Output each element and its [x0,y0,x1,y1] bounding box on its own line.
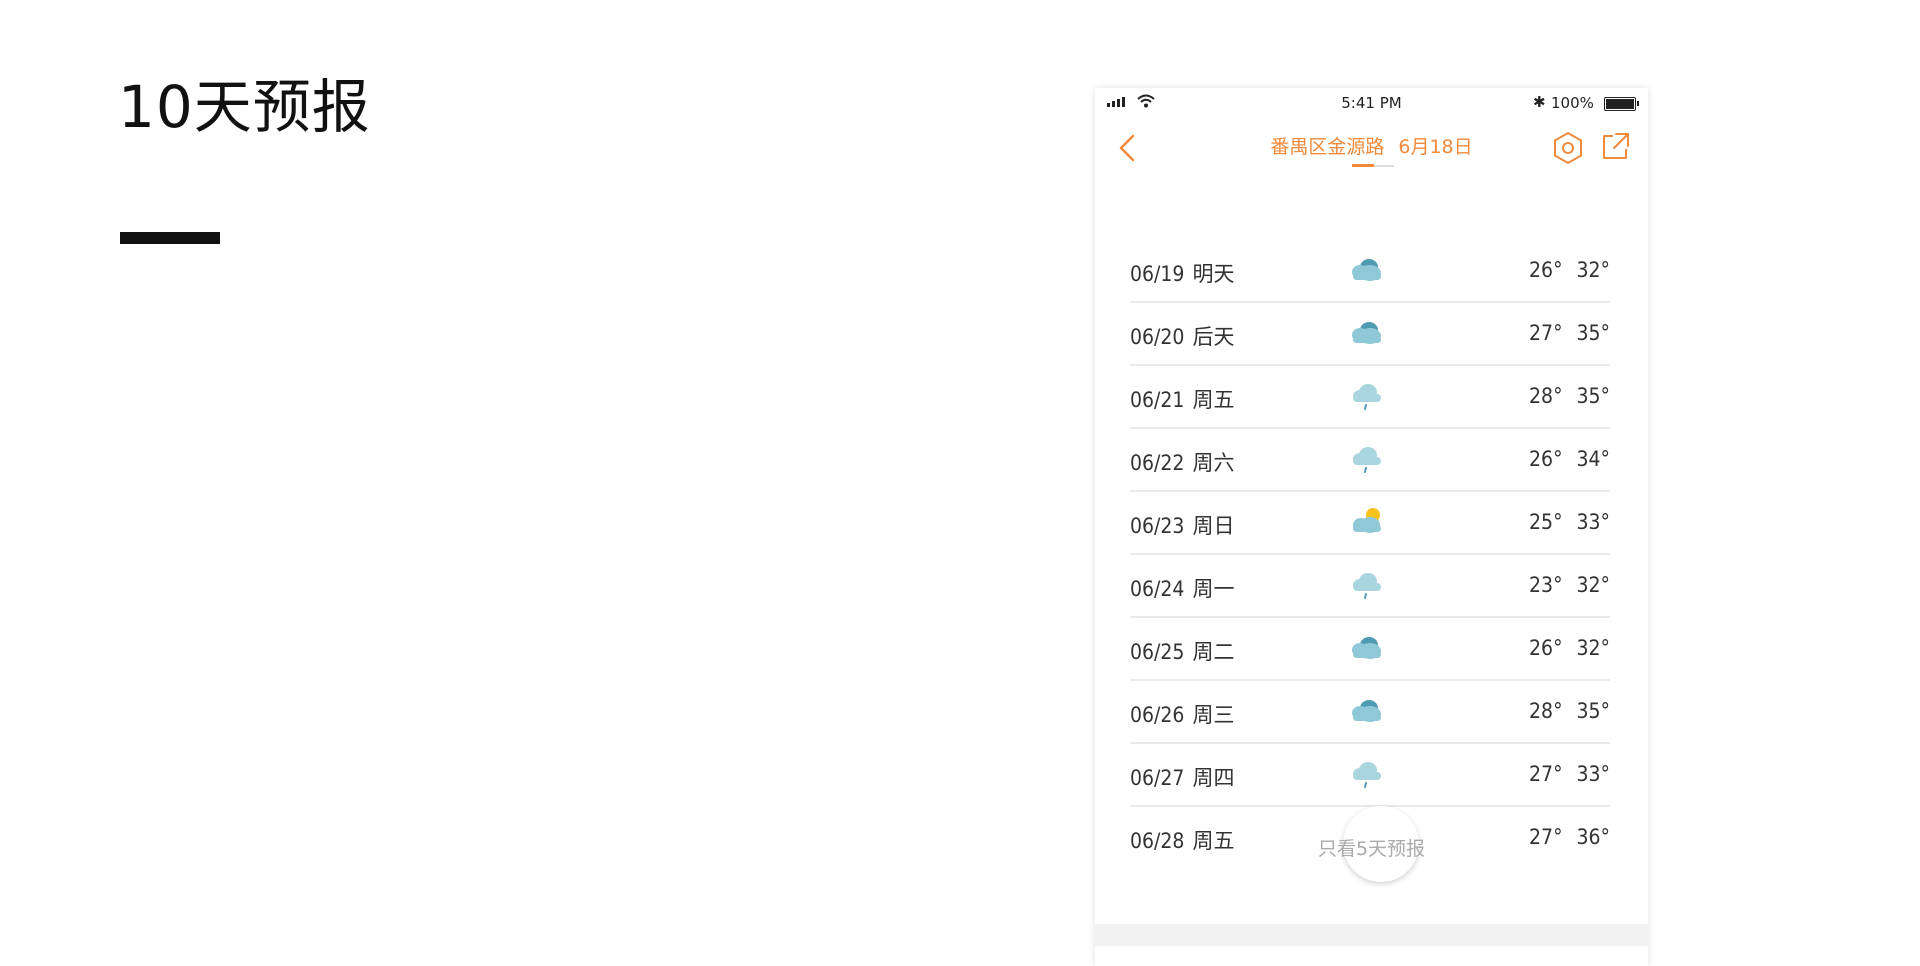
forecast-date-value: 06/21 [1130,388,1185,412]
forecast-weekday: 周五 [1192,388,1235,412]
cloudy-icon [1348,317,1384,349]
slide-title: 10天预报 [118,73,371,141]
forecast-weekday: 周日 [1192,514,1235,538]
forecast-temps: 26° 34° [1529,447,1610,471]
forecast-weekday: 周四 [1192,766,1235,790]
forecast-date: 06/23 周日 [1130,510,1234,540]
forecast-date-value: 06/23 [1130,514,1185,538]
temp-low: 28° [1529,699,1563,723]
forecast-temps: 25° 33° [1529,510,1610,534]
temp-low: 26° [1529,636,1563,660]
forecast-temps: 28° 35° [1529,384,1610,408]
temp-high: 32° [1576,636,1610,660]
forecast-weekday: 周三 [1192,703,1235,727]
forecast-date: 06/27 周四 [1130,762,1234,792]
forecast-date-value: 06/24 [1130,577,1185,601]
hexagon-settings-icon[interactable] [1550,130,1586,166]
status-bar: 5:41 PM ✱ 100% [1095,88,1648,118]
forecast-date: 06/19 明天 [1130,258,1234,288]
forecast-row[interactable]: 06/20 后天 27° 35° [1130,303,1610,366]
light-rain-icon [1348,758,1384,790]
forecast-temps: 27° 35° [1529,321,1610,345]
forecast-row[interactable]: 06/23 周日 25° 33° [1130,492,1610,555]
forecast-row[interactable]: 06/26 周三 28° 35° [1130,681,1610,744]
light-rain-icon [1348,569,1384,601]
forecast-date: 06/26 周三 [1130,699,1234,729]
forecast-temps: 26° 32° [1529,636,1610,660]
forecast-row[interactable]: 06/21 周五 28° 35° [1130,366,1610,429]
forecast-date-value: 06/20 [1130,325,1185,349]
page-indicator-inactive [1374,165,1394,167]
temp-high: 32° [1576,258,1610,282]
temp-low: 26° [1529,258,1563,282]
battery-icon [1604,97,1639,111]
forecast-date-value: 06/19 [1130,262,1185,286]
forecast-temps: 23° 32° [1529,573,1610,597]
cloudy-icon [1348,632,1384,664]
forecast-date: 06/21 周五 [1130,384,1234,414]
temp-high: 33° [1576,762,1610,786]
temp-high: 32° [1576,573,1610,597]
forecast-weekday: 周六 [1192,451,1235,475]
forecast-temps: 27° 33° [1529,762,1610,786]
bluetooth-icon: ✱ [1533,93,1546,111]
forecast-temps: 26° 32° [1529,258,1610,282]
forecast-date: 06/24 周一 [1130,573,1234,603]
forecast-row[interactable]: 06/22 周六 26° 34° [1130,429,1610,492]
light-rain-icon [1348,443,1384,475]
temp-high: 33° [1576,510,1610,534]
page-indicator [1352,164,1394,167]
temp-high: 35° [1576,699,1610,723]
forecast-date: 06/20 后天 [1130,321,1234,351]
temp-high: 35° [1576,384,1610,408]
forecast-row[interactable]: 06/27 周四 27° 33° [1130,744,1610,807]
battery-percent: 100% [1551,94,1594,112]
forecast-weekday: 明天 [1192,262,1235,286]
partly-cloudy-icon [1348,506,1384,538]
cloudy-icon [1348,254,1384,286]
light-rain-icon [1348,380,1384,412]
toggle-label: 只看5天预报 [1317,838,1426,860]
forecast-weekday: 周二 [1192,640,1235,664]
forecast-list: 06/19 明天 26° 32° 06/20 后天 27° 35° 06/21 周五 28° 35° 0… [1130,240,1610,868]
forecast-weekday: 后天 [1192,325,1235,349]
page-indicator-active [1352,164,1374,167]
forecast-date-value: 06/25 [1130,640,1185,664]
phone-screen: 5:41 PM ✱ 100% 番禺区金源路 6月18日 06/19 明天 26° 32°… [1095,88,1648,966]
location-name: 番禺区金源路 [1270,136,1385,158]
forecast-date: 06/25 周二 [1130,636,1234,666]
temp-low: 27° [1529,762,1563,786]
cloudy-icon [1348,695,1384,727]
share-icon[interactable] [1598,130,1632,164]
forecast-weekday: 周一 [1192,577,1235,601]
forecast-row[interactable]: 06/19 明天 26° 32° [1130,240,1610,303]
five-day-toggle-button[interactable]: 只看5天预报 [1095,806,1648,882]
nav-bar: 番禺区金源路 6月18日 [1095,118,1648,178]
temp-low: 26° [1529,447,1563,471]
section-divider [1095,924,1648,946]
temp-low: 25° [1529,510,1563,534]
forecast-row[interactable]: 06/24 周一 23° 32° [1130,555,1610,618]
forecast-row[interactable]: 06/25 周二 26° 32° [1130,618,1610,681]
temp-low: 23° [1529,573,1563,597]
temp-low: 27° [1529,321,1563,345]
forecast-date-value: 06/26 [1130,703,1185,727]
forecast-date-value: 06/22 [1130,451,1185,475]
forecast-date: 06/22 周六 [1130,447,1234,477]
temp-high: 34° [1576,447,1610,471]
temp-high: 35° [1576,321,1610,345]
header-date: 6月18日 [1398,136,1473,158]
temp-low: 28° [1529,384,1563,408]
forecast-temps: 28° 35° [1529,699,1610,723]
title-underline-bar [120,232,220,244]
forecast-date-value: 06/27 [1130,766,1185,790]
